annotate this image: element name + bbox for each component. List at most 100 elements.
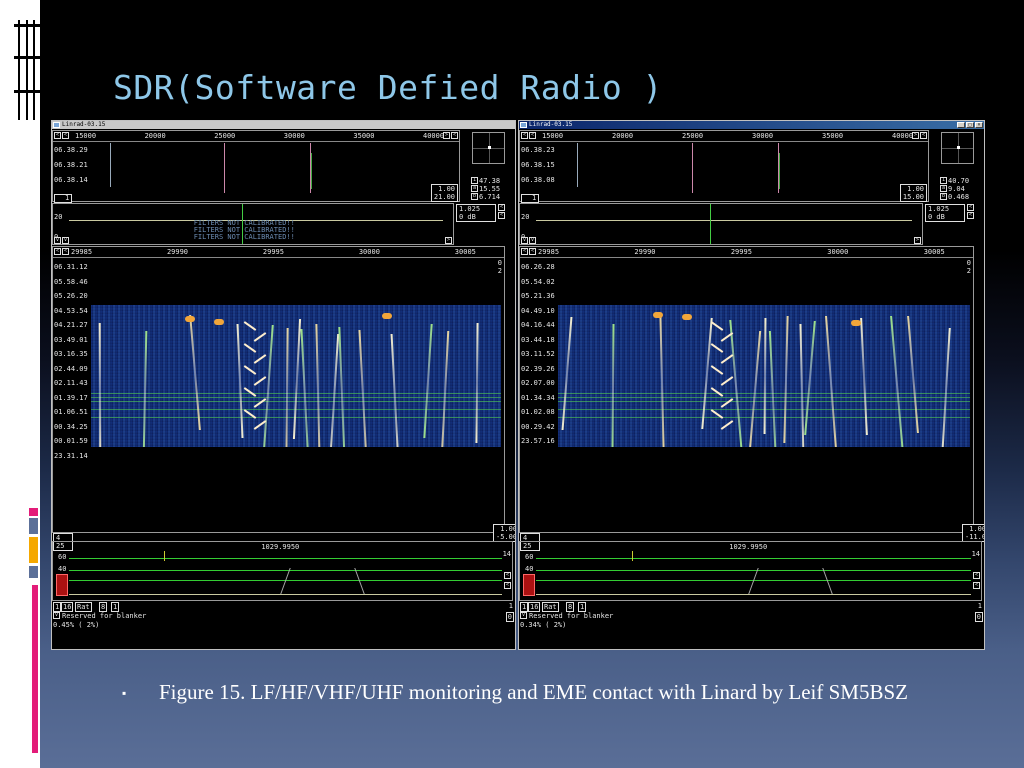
lower-spectrum-panel[interactable]: 1029.995014604020<< bbox=[519, 541, 982, 601]
level-label: 40 bbox=[525, 565, 534, 573]
scale-box[interactable]: 1.025 0 dB bbox=[925, 204, 965, 222]
lower-scroll-down[interactable]: < bbox=[504, 582, 511, 589]
lower-scale-box[interactable]: 1.00 -5.00 bbox=[493, 524, 515, 542]
waterfall-time-label: 01.06.51 bbox=[54, 408, 88, 416]
waterfall-time-label: 00.01.59 bbox=[54, 437, 88, 445]
gain-slider[interactable] bbox=[56, 574, 68, 596]
scale-box[interactable]: 1.025 0 dB bbox=[456, 204, 496, 222]
signal-trace bbox=[611, 324, 615, 447]
waterfall-time-label: 02.39.26 bbox=[521, 364, 555, 373]
wide-spectrum-panel[interactable]: < < > <15000 20000 25000 30000 35000 40000 06.38.… bbox=[519, 130, 929, 203]
scroll-left-button[interactable]: < bbox=[521, 132, 528, 139]
waterfall-image bbox=[91, 305, 501, 447]
status-text: 0.45% ( 2%) bbox=[53, 621, 100, 629]
accent-pink bbox=[29, 508, 38, 516]
bottom-right-1: 1 bbox=[977, 602, 982, 610]
waterfall-time-label: 03.49.01 bbox=[54, 335, 88, 344]
lower-top-line bbox=[69, 558, 502, 559]
bottom-control[interactable]: 1 bbox=[53, 602, 62, 612]
wide-freq-tick: 40000 bbox=[892, 132, 914, 140]
scroll-right-button-2[interactable]: < bbox=[920, 132, 927, 139]
scale-up-button[interactable]: < bbox=[498, 204, 505, 211]
scale-down-button[interactable]: < bbox=[967, 212, 974, 219]
baseline-right-button[interactable]: > bbox=[914, 237, 921, 244]
wide-scale-value: 15.00 bbox=[902, 193, 924, 201]
side-value-button[interactable]: b bbox=[471, 193, 478, 200]
bottom-control[interactable]: 8 bbox=[566, 602, 575, 612]
minimize-button[interactable]: _ bbox=[957, 122, 965, 128]
wide-mini-label: 1 bbox=[65, 194, 70, 202]
baseline-down-button[interactable]: v bbox=[54, 237, 61, 244]
baseline-right-button[interactable]: > bbox=[445, 237, 452, 244]
wide-spectrum-panel[interactable]: < < > <15000 20000 25000 30000 35000 40000 06.38.… bbox=[52, 130, 460, 203]
bottom-control[interactable]: 1 bbox=[520, 602, 529, 612]
blanker-button[interactable]: v bbox=[53, 612, 60, 619]
side-value-button[interactable]: 1 bbox=[940, 177, 947, 184]
waterfall-panel[interactable]: < <29985 29990 29995 30000 30005 0 2 06.26.28 05.… bbox=[519, 246, 974, 533]
bottom-right-0[interactable]: 0 bbox=[974, 612, 983, 622]
maximize-button[interactable]: □ bbox=[966, 122, 974, 128]
waterfall-panel[interactable]: < <29985 29990 29995 30000 30005 0 2 06.31.12 05.… bbox=[52, 246, 505, 533]
waterfall-time-label: 04.21.27 bbox=[54, 321, 88, 329]
bottom-control[interactable]: 16 bbox=[61, 602, 74, 612]
scale-down-button[interactable]: < bbox=[498, 212, 505, 219]
side-value-button[interactable]: a bbox=[471, 185, 478, 192]
waterfall-time-label: 02.07.00 bbox=[521, 379, 555, 387]
scope-display[interactable] bbox=[472, 132, 505, 164]
close-button[interactable]: × bbox=[975, 122, 983, 128]
waterfall-left-button-2[interactable]: < bbox=[529, 248, 536, 255]
blanker-button[interactable]: v bbox=[520, 612, 527, 619]
scroll-right-button-2[interactable]: < bbox=[451, 132, 458, 139]
linrad-window-right[interactable]: Linrad-03.15 _ □ × < < > <15000 20000 25000 30000 3… bbox=[518, 120, 985, 650]
side-value-button[interactable]: 1 bbox=[471, 177, 478, 184]
waterfall-left-button[interactable]: < bbox=[521, 248, 528, 255]
side-value-button[interactable]: a bbox=[940, 185, 947, 192]
baseline-panel[interactable]: 200vv>FILTERS NOT CALIBRATED!!FILTERS NO… bbox=[52, 203, 454, 245]
baseline-up-button[interactable]: v bbox=[62, 237, 69, 244]
scroll-left-button-2[interactable]: < bbox=[529, 132, 536, 139]
wide-freq-tick: 30000 bbox=[752, 132, 774, 140]
lower-scroll-down[interactable]: < bbox=[973, 582, 980, 589]
waterfall-time-label: 05.54.02 bbox=[521, 277, 555, 286]
wide-scale-box[interactable]: 1.00 15.00 bbox=[899, 184, 927, 202]
waterfall-freq-tick: 30000 bbox=[358, 248, 380, 256]
signal-blob bbox=[652, 312, 663, 319]
gain-slider[interactable] bbox=[523, 574, 535, 596]
status-text: 0.34% ( 2%) bbox=[520, 621, 567, 629]
lower-scroll-up[interactable]: < bbox=[504, 572, 511, 579]
bottom-control[interactable]: 1 bbox=[111, 602, 120, 612]
waterfall-time-label: 04.16.44 bbox=[521, 321, 555, 329]
baseline-panel[interactable]: 200vv> bbox=[519, 203, 923, 245]
blanker-text: Reserved for blanker bbox=[529, 612, 614, 620]
wide-scale-box[interactable]: 1.00 21.00 bbox=[430, 184, 458, 202]
bottom-control[interactable]: 1 bbox=[578, 602, 587, 612]
bottom-control[interactable]: 16 bbox=[528, 602, 541, 612]
waterfall-time-label: 04.49.10 bbox=[521, 306, 555, 315]
bottom-right-1: 1 bbox=[508, 602, 513, 610]
bottom-control[interactable]: Rat bbox=[75, 602, 92, 612]
waterfall-left-button[interactable]: < bbox=[54, 248, 61, 255]
side-value-button[interactable]: b bbox=[940, 193, 947, 200]
baseline-up-button[interactable]: v bbox=[529, 237, 536, 244]
waterfall-left-button-2[interactable]: < bbox=[62, 248, 69, 255]
bottom-control[interactable]: 8 bbox=[99, 602, 108, 612]
baseline-down-button[interactable]: v bbox=[521, 237, 528, 244]
lower-spectrum-panel[interactable]: 1029.995014604020<< bbox=[52, 541, 513, 601]
axis-line bbox=[53, 141, 459, 142]
scroll-left-button[interactable]: < bbox=[54, 132, 61, 139]
scroll-left-button-2[interactable]: < bbox=[62, 132, 69, 139]
signal-blob bbox=[382, 312, 393, 319]
lower-scale-box[interactable]: 1.00 -11.0 bbox=[962, 524, 984, 542]
scale-up-button[interactable]: < bbox=[967, 204, 974, 211]
bottom-control[interactable]: Rat bbox=[542, 602, 559, 612]
linrad-window-left[interactable]: Linrad-03.15 < < > <15000 20000 25000 30000 3500… bbox=[51, 120, 516, 650]
bottom-right-0[interactable]: 0 bbox=[505, 612, 514, 622]
wide-time-label: 06.38.15 bbox=[521, 161, 555, 169]
baseline-trace bbox=[536, 220, 912, 221]
wide-mini-box[interactable] bbox=[521, 194, 539, 203]
window-titlebar[interactable]: Linrad-03.15 _ □ × bbox=[519, 121, 984, 129]
window-titlebar[interactable]: Linrad-03.15 bbox=[52, 121, 515, 129]
wide-mini-box[interactable] bbox=[54, 194, 72, 203]
scope-display[interactable] bbox=[941, 132, 974, 164]
lower-scroll-up[interactable]: < bbox=[973, 572, 980, 579]
